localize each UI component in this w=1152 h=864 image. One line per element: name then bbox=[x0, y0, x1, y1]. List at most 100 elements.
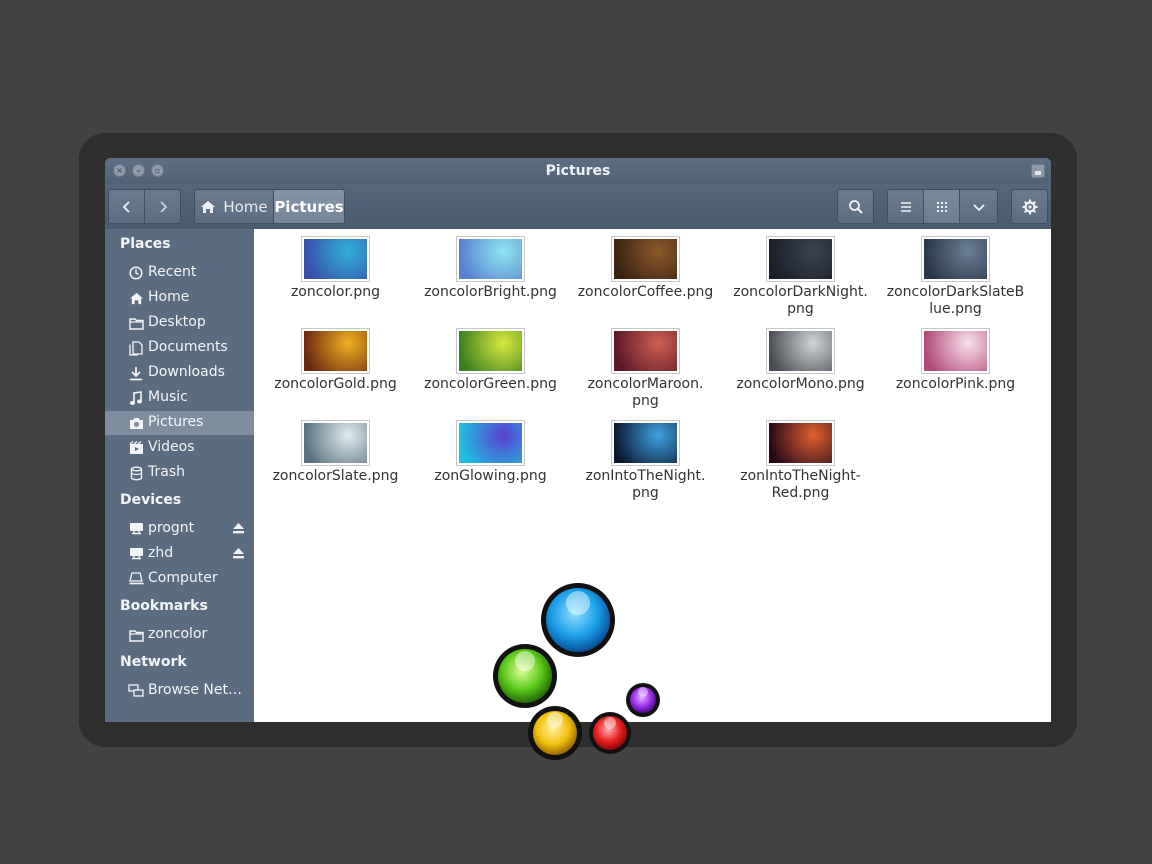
sidebar-item-label: Browse Net… bbox=[148, 682, 243, 698]
thumbnail-image bbox=[769, 423, 832, 463]
file-thumbnail bbox=[766, 420, 835, 466]
file-name-line: zoncolorMono.png bbox=[736, 376, 865, 392]
file-item[interactable]: zoncolorGreen.png bbox=[413, 328, 568, 393]
file-thumbnail bbox=[456, 328, 525, 374]
drive-icon bbox=[128, 521, 144, 537]
thumbnail-image bbox=[614, 239, 677, 279]
sidebar-item-label: Videos bbox=[148, 439, 195, 455]
file-thumbnail bbox=[611, 236, 680, 282]
file-name: zoncolorDarkSlateB lue.png bbox=[878, 284, 1033, 318]
file-item[interactable]: zoncolorMono.png bbox=[723, 328, 878, 393]
file-item[interactable]: zoncolorCoffee.png bbox=[568, 236, 723, 301]
file-name-line: zonGlowing.png bbox=[434, 468, 547, 484]
file-thumbnail bbox=[456, 420, 525, 466]
file-thumbnail bbox=[456, 236, 525, 282]
save-icon[interactable] bbox=[1031, 164, 1045, 178]
sidebar-item-downloads[interactable]: Downloads bbox=[105, 361, 254, 385]
grid-view-icon bbox=[936, 201, 947, 212]
file-item[interactable]: zoncolorDarkSlateB lue.png bbox=[878, 236, 1033, 318]
eject-icon[interactable] bbox=[232, 522, 245, 535]
sidebar-heading-bookmarks: Bookmarks bbox=[120, 598, 208, 614]
thumbnail-image bbox=[614, 423, 677, 463]
list-view-button[interactable] bbox=[887, 189, 924, 224]
sidebar-item-trash[interactable]: Trash bbox=[105, 461, 254, 485]
file-thumbnail bbox=[766, 328, 835, 374]
sidebar-item-label: Documents bbox=[148, 339, 228, 355]
home-icon bbox=[201, 200, 216, 213]
thumbnail-image bbox=[769, 331, 832, 371]
file-name-line: zoncolorGold.png bbox=[274, 376, 397, 392]
file-name: zoncolorMaroon. png bbox=[568, 376, 723, 410]
titlebar[interactable]: × – ▫ Pictures bbox=[105, 158, 1051, 184]
sidebar-heading-devices: Devices bbox=[120, 492, 182, 508]
file-item[interactable]: zoncolorMaroon. png bbox=[568, 328, 723, 410]
breadcrumb-current-label: Pictures bbox=[274, 197, 344, 216]
back-button[interactable] bbox=[108, 189, 145, 224]
sidebar-item-label: Recent bbox=[148, 264, 197, 280]
file-name: zoncolorGold.png bbox=[258, 376, 413, 393]
file-name-line: zoncolorPink.png bbox=[895, 376, 1016, 392]
file-thumbnail bbox=[766, 236, 835, 282]
sidebar-item-browse-network[interactable]: Browse Net… bbox=[105, 679, 254, 703]
file-item[interactable]: zoncolorGold.png bbox=[258, 328, 413, 393]
folder-icon bbox=[128, 627, 144, 643]
file-item[interactable]: zoncolor.png bbox=[258, 236, 413, 301]
file-item[interactable]: zoncolorDarkNight. png bbox=[723, 236, 878, 318]
sidebar-item-computer[interactable]: Computer bbox=[105, 567, 254, 591]
file-name-line: Red.png bbox=[771, 485, 830, 501]
sidebar-item-device-zhd[interactable]: zhd bbox=[105, 542, 254, 566]
file-item[interactable]: zonIntoTheNight. png bbox=[568, 420, 723, 502]
computer-icon bbox=[128, 571, 144, 587]
sidebar-item-music[interactable]: Music bbox=[105, 386, 254, 410]
breadcrumb-home-label: Home bbox=[223, 197, 268, 216]
file-thumbnail bbox=[301, 236, 370, 282]
file-name-line: zoncolorGreen.png bbox=[424, 376, 557, 392]
window-title: Pictures bbox=[545, 163, 611, 179]
file-thumbnail bbox=[611, 328, 680, 374]
file-name: zonIntoTheNight. png bbox=[568, 468, 723, 502]
gear-icon bbox=[1022, 199, 1037, 214]
sidebar-item-device-prognt[interactable]: progn​t bbox=[105, 517, 254, 541]
file-thumbnail bbox=[921, 236, 990, 282]
sidebar-item-label: Desktop bbox=[148, 314, 206, 330]
chevron-right-icon bbox=[159, 200, 167, 213]
file-name: zoncolorPink.png bbox=[878, 376, 1033, 393]
view-options-button[interactable] bbox=[959, 189, 998, 224]
sidebar-item-recent[interactable]: Recent bbox=[105, 261, 254, 285]
thumbnail-image bbox=[459, 423, 522, 463]
sidebar-item-label: zhd bbox=[148, 545, 174, 561]
sidebar-item-home[interactable]: Home bbox=[105, 286, 254, 310]
settings-button[interactable] bbox=[1011, 189, 1048, 224]
sidebar-item-bookmark-zoncolor[interactable]: zoncolor bbox=[105, 623, 254, 647]
file-name: zoncolor.png bbox=[258, 284, 413, 301]
file-item[interactable]: zonIntoTheNight- Red.png bbox=[723, 420, 878, 502]
sidebar-item-label: progn​t bbox=[148, 520, 195, 536]
file-name: zoncolorDarkNight. png bbox=[723, 284, 878, 318]
sidebar-item-pictures[interactable]: Pictures bbox=[105, 411, 254, 435]
file-name-line: zoncolorCoffee.png bbox=[577, 284, 714, 300]
grid-view-button[interactable] bbox=[923, 189, 960, 224]
chevron-down-icon bbox=[972, 203, 985, 211]
file-item[interactable]: zonGlowing.png bbox=[413, 420, 568, 485]
file-item[interactable]: zoncolorBright.png bbox=[413, 236, 568, 301]
breadcrumb-current[interactable]: Pictures bbox=[273, 189, 345, 224]
sidebar-item-label: zoncolor bbox=[148, 626, 208, 642]
video-icon bbox=[128, 440, 144, 456]
thumbnail-image bbox=[304, 239, 367, 279]
file-name-line: zoncolorDarkSlateB bbox=[886, 284, 1025, 300]
file-item[interactable]: zoncolorSlate.png bbox=[258, 420, 413, 485]
breadcrumb-home[interactable]: Home bbox=[194, 189, 274, 224]
eject-icon[interactable] bbox=[232, 547, 245, 560]
chevron-left-icon bbox=[122, 200, 130, 213]
thumbnail-image bbox=[769, 239, 832, 279]
file-item[interactable]: zoncolorPink.png bbox=[878, 328, 1033, 393]
thumbnail-image bbox=[304, 331, 367, 371]
file-name-line: png bbox=[632, 485, 659, 501]
forward-button[interactable] bbox=[144, 189, 181, 224]
search-button[interactable] bbox=[837, 189, 874, 224]
file-name: zoncolorCoffee.png bbox=[568, 284, 723, 301]
file-manager-window: × – ▫ Pictures Home Pictures Places Rece… bbox=[105, 158, 1051, 722]
sidebar-item-documents[interactable]: Documents bbox=[105, 336, 254, 360]
sidebar-item-videos[interactable]: Videos bbox=[105, 436, 254, 460]
sidebar-item-desktop[interactable]: Desktop bbox=[105, 311, 254, 335]
